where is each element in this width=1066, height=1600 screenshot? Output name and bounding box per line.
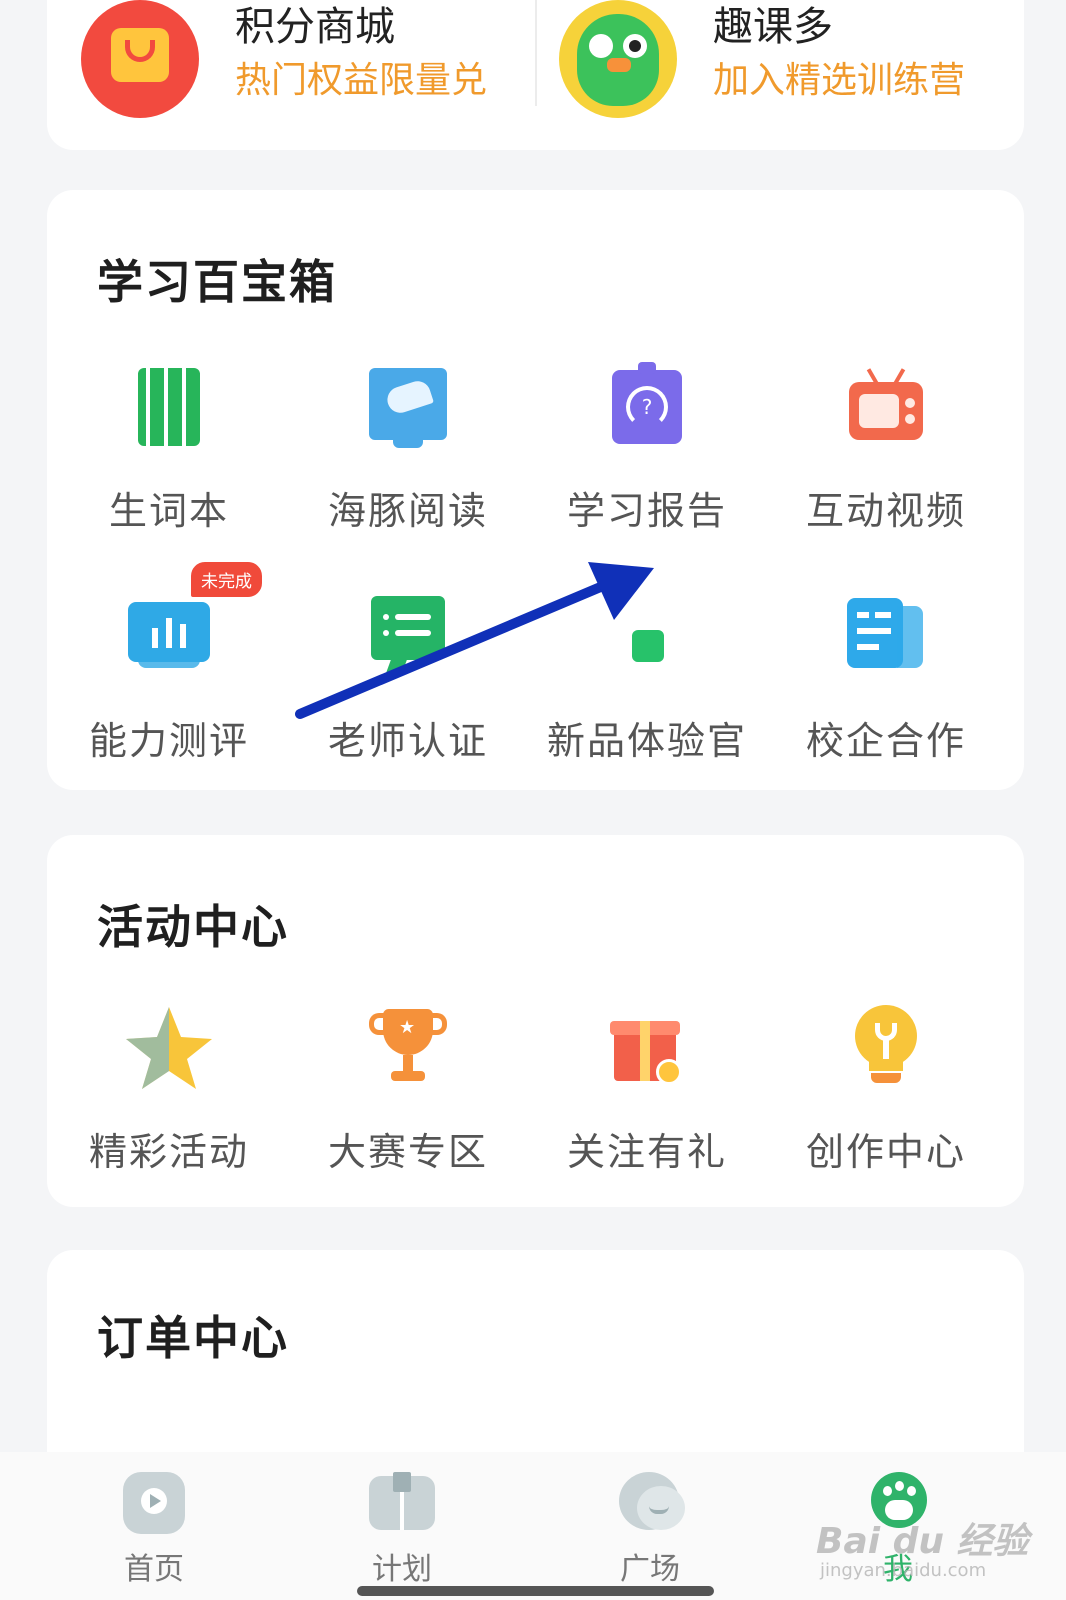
- tv-icon: [841, 362, 931, 452]
- nav-item-square[interactable]: 广场: [560, 1472, 740, 1588]
- activity-item-contest-zone[interactable]: ★ 大赛专区: [286, 1003, 530, 1176]
- activity-item-events[interactable]: 精彩活动: [47, 1003, 291, 1176]
- gift-icon: [602, 1003, 692, 1093]
- new-product-icon: [602, 592, 692, 682]
- chat-square-icon: [615, 1472, 685, 1534]
- incomplete-badge: 未完成: [189, 560, 264, 599]
- fun-course-entry[interactable]: 趣课多 加入精选训练营: [559, 0, 965, 120]
- lightbulb-icon: [841, 1003, 931, 1093]
- promo-divider: [535, 0, 537, 106]
- toolbox-card: 学习百宝箱 生词本 海豚阅读 ? 学习报告 互动视频 未完成 能力测评 老师认证…: [47, 190, 1024, 790]
- toolbox-item-vocabulary[interactable]: 生词本: [47, 362, 291, 535]
- toolbox-item-teacher-certification[interactable]: 老师认证: [286, 592, 530, 765]
- promo-card: 积分商城 热门权益限量兑 趣课多 加入精选训练营: [47, 0, 1024, 150]
- activity-item-creation-center[interactable]: 创作中心: [764, 1003, 1008, 1176]
- activity-label: 大赛专区: [327, 1130, 488, 1174]
- nav-label: 首页: [124, 1552, 184, 1587]
- nav-item-plan[interactable]: 计划: [312, 1472, 492, 1588]
- fun-course-title: 趣课多: [713, 4, 833, 50]
- activity-label: 关注有礼: [566, 1130, 727, 1174]
- activity-title: 活动中心: [97, 900, 289, 954]
- watermark-brand: Bai du 经验: [816, 1521, 1029, 1562]
- watermark-url: jingyan.baidu.com: [820, 1560, 987, 1581]
- star-icon: [124, 1003, 214, 1093]
- book-plan-icon: [367, 1472, 437, 1534]
- toolbox-label: 校企合作: [805, 719, 966, 763]
- points-mall-entry[interactable]: 积分商城 热门权益限量兑: [81, 0, 487, 120]
- nav-label: 广场: [620, 1552, 680, 1587]
- toolbox-label: 互动视频: [805, 489, 966, 533]
- toolbox-item-dolphin-reading[interactable]: 海豚阅读: [286, 362, 530, 535]
- toolbox-label: 生词本: [108, 489, 229, 533]
- toolbox-item-study-report[interactable]: ? 学习报告: [525, 362, 769, 535]
- toolbox-label: 能力测评: [88, 719, 249, 763]
- activity-item-follow-gift[interactable]: 关注有礼: [525, 1003, 769, 1176]
- home-indicator[interactable]: [357, 1586, 714, 1596]
- toolbox-title: 学习百宝箱: [97, 255, 337, 309]
- nav-item-home[interactable]: 首页: [64, 1472, 244, 1588]
- toolbox-label: 新品体验官: [546, 719, 747, 763]
- toolbox-item-ability-test[interactable]: 未完成 能力测评: [47, 560, 291, 765]
- toolbox-label: 学习报告: [566, 489, 727, 533]
- teacher-board-icon: [363, 592, 453, 682]
- orders-title: 订单中心: [97, 1311, 289, 1365]
- trophy-icon: ★: [363, 1003, 453, 1093]
- cooperation-icon: [841, 592, 931, 682]
- points-mall-title: 积分商城: [235, 4, 395, 50]
- toolbox-label: 老师认证: [327, 719, 488, 763]
- toolbox-item-new-product-tester[interactable]: 新品体验官: [525, 592, 769, 765]
- shopping-bag-icon: [81, 0, 199, 118]
- activity-label: 创作中心: [805, 1130, 966, 1174]
- toolbox-item-interactive-video[interactable]: 互动视频: [764, 362, 1008, 535]
- toolbox-label: 海豚阅读: [327, 489, 488, 533]
- activity-label: 精彩活动: [88, 1130, 249, 1174]
- points-mall-subtitle: 热门权益限量兑: [235, 60, 488, 101]
- notebook-icon: [124, 362, 214, 452]
- nav-label: 计划: [372, 1552, 432, 1587]
- chart-board-icon: [124, 592, 214, 682]
- fun-course-subtitle: 加入精选训练营: [713, 60, 966, 101]
- dolphin-book-icon: [363, 362, 453, 452]
- mascot-icon: [559, 0, 677, 118]
- report-icon: ?: [602, 362, 692, 452]
- toolbox-item-school-enterprise[interactable]: 校企合作: [764, 592, 1008, 765]
- play-home-icon: [119, 1472, 189, 1534]
- activity-card: 活动中心 精彩活动 ★ 大赛专区 关注有礼 创作中心: [47, 835, 1024, 1207]
